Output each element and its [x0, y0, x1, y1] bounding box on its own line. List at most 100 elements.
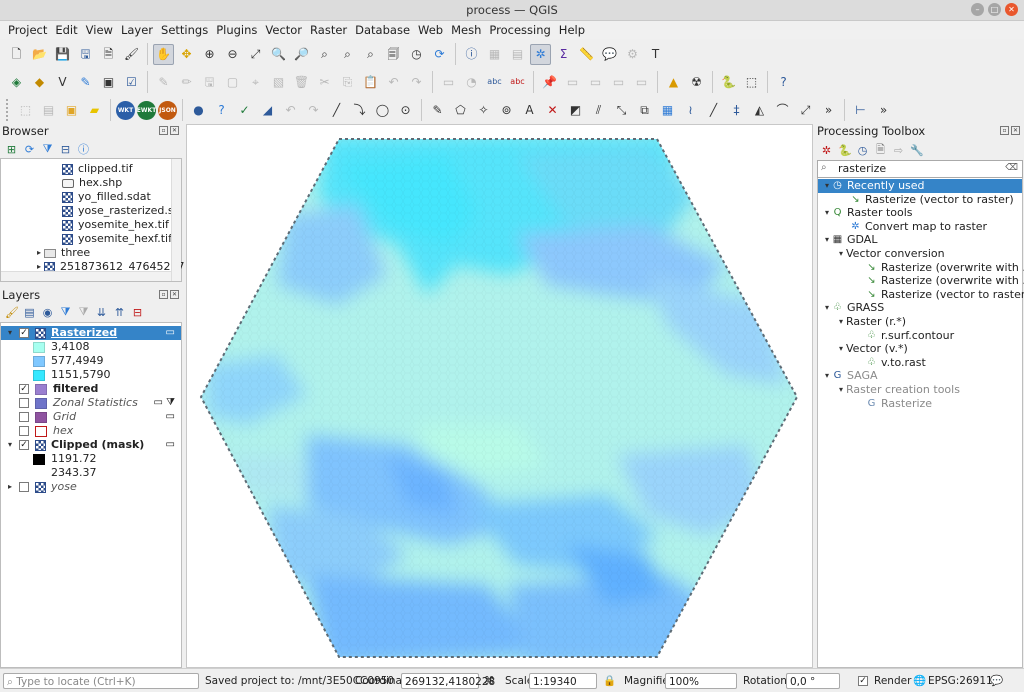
expand-all-icon[interactable]: ⇊ [95, 306, 108, 319]
field-calculator-icon[interactable]: ▤ [507, 44, 528, 65]
layer-visibility-checkbox[interactable]: ✓ [19, 328, 29, 338]
processing-tree-item[interactable]: ▾ Raster (r.*) [818, 315, 1022, 329]
processing-tree-item[interactable]: ▾ ♧ GRASS [818, 301, 1022, 315]
close-panel-icon[interactable]: ✕ [170, 290, 179, 299]
processing-tree-item[interactable]: ▾ Vector conversion [818, 247, 1022, 261]
globe-icon[interactable]: ● [188, 100, 209, 121]
browser-item[interactable]: ▸ three [34, 246, 90, 260]
draw-pencil-icon[interactable]: ✎ [427, 100, 448, 121]
layer-indicator-icon[interactable]: ▭ [166, 410, 175, 424]
paste-features-icon[interactable]: 📋 [360, 72, 381, 93]
menu-database[interactable]: Database [351, 23, 414, 37]
layer-visibility-checkbox[interactable] [19, 412, 29, 422]
collapse-all-icon[interactable]: ⊟ [59, 143, 72, 156]
menu-layer[interactable]: Layer [117, 23, 157, 37]
layer-item[interactable]: Grid ▭ [1, 410, 181, 424]
mesh-calculator-icon[interactable]: ▲ [663, 72, 684, 93]
expand-arrow-icon[interactable]: ▸ [34, 246, 44, 260]
undo-icon[interactable]: ↶ [383, 72, 404, 93]
annotation-a-icon[interactable]: A [519, 100, 540, 121]
reshape-icon[interactable]: ✧ [473, 100, 494, 121]
layer-indicator-icon[interactable]: ▭ [166, 438, 175, 452]
expand-arrow-icon[interactable]: ▾ [836, 247, 846, 261]
deselect-icon[interactable]: ▣ [61, 100, 82, 121]
add-raster-layer-icon[interactable]: ◆ [29, 72, 50, 93]
delete-part-icon[interactable]: ◩ [565, 100, 586, 121]
new-bookmark-icon[interactable]: 🗐 [383, 44, 404, 65]
grass-tools-icon[interactable]: ☢ [686, 72, 707, 93]
layer-item[interactable]: ▸ yose [1, 480, 181, 494]
more-chevron-2-icon[interactable]: » [873, 100, 894, 121]
menu-settings[interactable]: Settings [157, 23, 212, 37]
locate-input[interactable]: ⌕ Type to locate (Ctrl+K) [3, 673, 199, 689]
zoom-full-icon[interactable]: ⤢ [245, 44, 266, 65]
layer-style-icon[interactable]: 🖌 [5, 306, 19, 319]
refresh-icon[interactable]: ⟳ [429, 44, 450, 65]
diagram-tool-icon[interactable]: ◔ [461, 72, 482, 93]
temporal-controller-icon[interactable]: ◷ [406, 44, 427, 65]
manage-map-themes-icon[interactable]: ◉ [41, 306, 54, 319]
check-mark-icon[interactable]: ✓ [234, 100, 255, 121]
zoom-in-icon[interactable]: ⊕ [199, 44, 220, 65]
scripts-icon[interactable]: 🐍 [838, 144, 852, 157]
identify-icon[interactable]: ⓘ [461, 44, 482, 65]
layer-item[interactable]: Zonal Statistics ▭ ⧩ [1, 396, 181, 410]
collapse-all-layers-icon[interactable]: ⇈ [113, 306, 126, 319]
add-selected-layers-icon[interactable]: ⊞ [5, 143, 18, 156]
float-panel-icon[interactable]: ▫ [1000, 126, 1009, 135]
toggle-editing-icon[interactable]: ✎ [153, 72, 174, 93]
expand-arrow-icon[interactable]: ▾ [5, 438, 15, 452]
close-panel-icon[interactable]: ✕ [1011, 126, 1020, 135]
expand-arrow-icon[interactable]: ▾ [836, 315, 846, 329]
crs-button[interactable]: EPSG:26911 [928, 673, 993, 689]
circle-dot-icon[interactable]: ⊙ [395, 100, 416, 121]
filter-browser-icon[interactable]: ⧩ [41, 142, 54, 156]
refresh-browser-icon[interactable]: ⟳ [23, 143, 36, 156]
clear-search-icon[interactable]: ⌫ [1005, 163, 1018, 173]
layer-visibility-checkbox[interactable] [19, 426, 29, 436]
layer-visibility-checkbox[interactable] [19, 398, 29, 408]
expand-arrow-icon[interactable]: ▾ [836, 342, 846, 356]
float-panel-icon[interactable]: ▫ [159, 126, 168, 135]
virtual-layer-icon[interactable]: ☑ [121, 72, 142, 93]
filter-indicator-icon[interactable]: ▭ ⧩ [153, 396, 175, 410]
move-label-icon[interactable]: ▭ [585, 72, 606, 93]
select-by-area-icon[interactable]: ⬚ [15, 100, 36, 121]
show-hide-labels-icon[interactable]: ▭ [562, 72, 583, 93]
redo-icon[interactable]: ↷ [406, 72, 427, 93]
minimize-icon[interactable]: – [971, 3, 984, 16]
more-chevron-icon[interactable]: » [818, 100, 839, 121]
attribute-table-icon[interactable]: ▦ [484, 44, 505, 65]
menu-view[interactable]: View [82, 23, 117, 37]
arrow-diag-icon[interactable]: ⤢ [795, 100, 816, 121]
layer-item[interactable]: hex [1, 424, 181, 438]
rotate-label-icon[interactable]: ▭ [608, 72, 629, 93]
expand-arrow-icon[interactable]: ▸ [5, 480, 15, 494]
style-manager-icon[interactable]: 🖌 [121, 44, 142, 65]
add-feature-icon[interactable]: ▢ [222, 72, 243, 93]
filter-by-expression-icon[interactable]: ⧩ [77, 305, 90, 319]
menu-processing[interactable]: Processing [485, 23, 554, 37]
new-project-icon[interactable]: 🗋 [6, 44, 27, 65]
expand-arrow-icon[interactable]: ▾ [822, 369, 832, 383]
edit-pencil-icon[interactable]: ✏ [176, 72, 197, 93]
print-layout-icon[interactable]: 🗎 [98, 44, 119, 65]
browser-item[interactable]: yo_filled.sdat [62, 190, 151, 204]
messages-icon[interactable]: 💬 [990, 673, 1003, 689]
json-icon[interactable]: JSON [158, 100, 177, 120]
pan-icon[interactable]: ✋ [153, 43, 174, 65]
change-label-icon[interactable]: ▭ [631, 72, 652, 93]
measure-width-icon[interactable]: ⊢ [850, 100, 871, 121]
browser-item[interactable]: yose_rasterized.sd [62, 204, 181, 218]
layer-visibility-checkbox[interactable]: ✓ [19, 384, 29, 394]
modify-attributes-icon[interactable]: ▧ [268, 72, 289, 93]
vertex-edit-icon[interactable]: ⌒ [772, 100, 793, 121]
merge-attributes-icon[interactable]: ▦ [657, 100, 678, 121]
scale-combo[interactable]: 1:19340 [529, 673, 597, 689]
add-vector-layer-icon[interactable]: ◈ [6, 72, 27, 93]
undo-advanced-icon[interactable]: ↶ [280, 100, 301, 121]
map-canvas[interactable] [186, 124, 813, 668]
edit-features-in-place-icon[interactable]: ⇨ [892, 144, 905, 157]
help-icon[interactable]: ? [773, 72, 794, 93]
processing-tree-item[interactable]: ▾ Raster creation tools [818, 383, 1022, 397]
